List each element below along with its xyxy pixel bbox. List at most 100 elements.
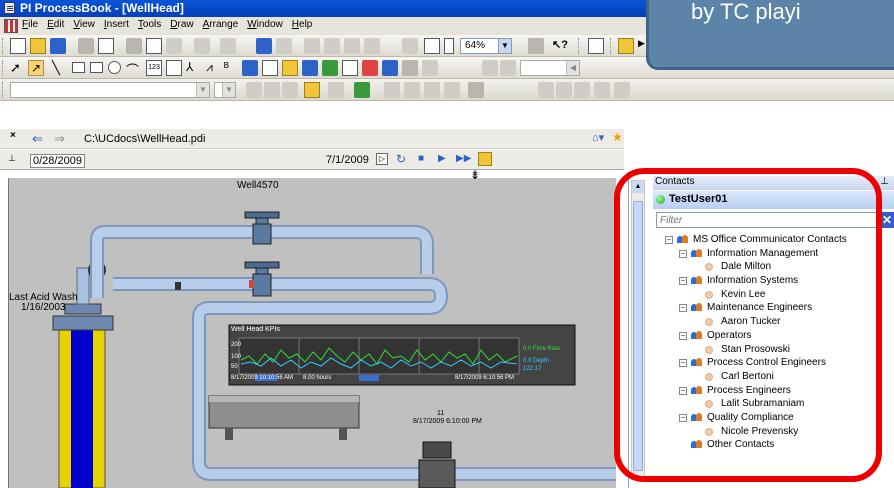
run-mode-icon[interactable]	[618, 38, 634, 54]
xy-plot-tool-icon[interactable]	[262, 60, 278, 76]
arrange-select[interactable]: ◀	[520, 60, 580, 76]
symbol-tool-icon[interactable]	[282, 60, 298, 76]
chevron-down-icon[interactable]: ▼	[498, 39, 511, 53]
close-pane-icon[interactable]: ×	[10, 130, 16, 141]
bring-front-icon[interactable]	[574, 82, 590, 98]
font-select[interactable]: ▼	[10, 82, 210, 98]
refresh-icon[interactable]: ↻	[396, 152, 406, 166]
line-tool-icon[interactable]: ╲	[52, 60, 68, 76]
multistate-tool-icon[interactable]	[322, 60, 338, 76]
copy-icon[interactable]	[146, 38, 162, 54]
underline-icon[interactable]	[282, 82, 298, 98]
align-left-icon[interactable]	[384, 82, 400, 98]
fill-color-icon[interactable]	[304, 82, 320, 98]
cut-icon[interactable]	[126, 38, 142, 54]
format-icon[interactable]	[402, 38, 418, 54]
back-arrow-icon[interactable]: ⇐	[32, 131, 43, 147]
play-icon[interactable]: ▶	[438, 153, 446, 164]
new-document-icon[interactable]	[10, 38, 26, 54]
toolbar-grip[interactable]	[610, 38, 613, 54]
undo-icon[interactable]	[194, 38, 210, 54]
toolbar-grip[interactable]	[2, 38, 5, 54]
font-size-select[interactable]: ▼	[214, 82, 236, 98]
end-time-field[interactable]: 7/1/2009	[326, 154, 369, 166]
chevron-down-icon[interactable]: ▼	[222, 83, 235, 97]
window-icon[interactable]	[444, 38, 454, 54]
trend-tool-icon[interactable]: ⅄	[186, 60, 202, 76]
pin-pane-icon[interactable]: ⊥	[880, 176, 889, 187]
menu-file[interactable]: File	[22, 19, 38, 30]
toolbar-grip[interactable]	[578, 38, 581, 54]
align-tool-icon[interactable]	[482, 60, 498, 76]
help-pointer-icon[interactable]: ↖?	[552, 38, 568, 54]
value-tool-icon[interactable]: 123	[146, 60, 162, 76]
arc-tool-icon[interactable]: ⌒	[126, 60, 142, 78]
save-icon[interactable]	[50, 38, 66, 54]
nav-first-icon[interactable]	[304, 38, 320, 54]
file-path[interactable]: C:\UCdocs\WellHead.pdi	[84, 133, 205, 145]
line-width-icon[interactable]	[444, 82, 460, 98]
connector-tool-icon[interactable]: ᴮ	[224, 60, 240, 76]
chevron-down-icon[interactable]: ◀	[566, 61, 579, 75]
button-tool-icon[interactable]	[302, 60, 318, 76]
calendar-icon[interactable]	[478, 152, 492, 166]
line-color-icon[interactable]	[328, 82, 344, 98]
print-icon[interactable]	[78, 38, 94, 54]
menu-view[interactable]: View	[73, 19, 95, 30]
nav-last-icon[interactable]	[364, 38, 380, 54]
link-icon[interactable]	[256, 38, 272, 54]
open-folder-icon[interactable]	[30, 38, 46, 54]
time-picker-icon[interactable]: ▷	[376, 153, 388, 165]
pointer-arrow-icon[interactable]: ➚	[10, 60, 26, 76]
ole-tool-icon[interactable]	[422, 60, 438, 76]
toolbar-grip[interactable]	[2, 82, 5, 98]
bold-icon[interactable]	[246, 82, 262, 98]
align-center-icon[interactable]	[404, 82, 420, 98]
ellipse-tool-icon[interactable]	[108, 61, 121, 74]
favorites-star-icon[interactable]: ★	[612, 130, 623, 144]
ungroup-icon[interactable]	[556, 82, 572, 98]
build-mode-icon[interactable]	[588, 38, 604, 54]
text-tool-icon[interactable]	[166, 60, 182, 76]
menu-edit[interactable]: Edit	[47, 19, 64, 30]
menu-insert[interactable]: Insert	[104, 19, 129, 30]
home-icon[interactable]: ⌂▾	[592, 131, 604, 144]
start-time-field[interactable]: 0/28/2009	[30, 154, 85, 168]
polyline-tool-icon[interactable]: ⩘	[206, 60, 222, 76]
document-menu-icon[interactable]	[4, 19, 18, 33]
chevron-down-icon[interactable]: ▼	[196, 83, 209, 97]
line-style-icon[interactable]	[424, 82, 440, 98]
format-painter-icon[interactable]	[468, 82, 484, 98]
grid-tool-icon[interactable]	[342, 60, 358, 76]
stop-icon[interactable]: ■	[418, 153, 424, 164]
send-back-icon[interactable]	[594, 82, 610, 98]
alarm-tool-icon[interactable]	[362, 60, 378, 76]
rotate-icon[interactable]	[614, 82, 630, 98]
pin-icon[interactable]: ⊥	[8, 153, 16, 164]
menu-arrange[interactable]: Arrange	[203, 19, 239, 30]
bar-tool-icon[interactable]	[242, 60, 258, 76]
image-tool-icon[interactable]	[402, 60, 418, 76]
rounded-rect-tool-icon[interactable]	[90, 62, 103, 73]
toolbar-grip[interactable]	[2, 60, 5, 76]
fast-forward-icon[interactable]: ▶▶	[456, 153, 471, 164]
back-icon[interactable]	[276, 38, 292, 54]
layout-icon[interactable]	[424, 38, 440, 54]
paste-icon[interactable]	[166, 38, 182, 54]
menu-tools[interactable]: Tools	[138, 19, 161, 30]
nav-next-icon[interactable]	[344, 38, 360, 54]
italic-icon[interactable]	[264, 82, 280, 98]
forward-arrow-icon[interactable]: ⇒	[54, 131, 65, 147]
print-preview-icon[interactable]	[98, 38, 114, 54]
rectangle-tool-icon[interactable]	[72, 62, 85, 73]
menu-window[interactable]: Window	[247, 19, 283, 30]
menu-draw[interactable]: Draw	[170, 19, 193, 30]
menu-help[interactable]: Help	[292, 19, 313, 30]
nav-prev-icon[interactable]	[324, 38, 340, 54]
batch-tool-icon[interactable]	[382, 60, 398, 76]
distribute-tool-icon[interactable]	[500, 60, 516, 76]
redo-icon[interactable]	[220, 38, 236, 54]
text-color-icon[interactable]	[354, 82, 370, 98]
group-icon[interactable]	[538, 82, 554, 98]
selection-tool-icon[interactable]: ↗	[28, 60, 44, 76]
